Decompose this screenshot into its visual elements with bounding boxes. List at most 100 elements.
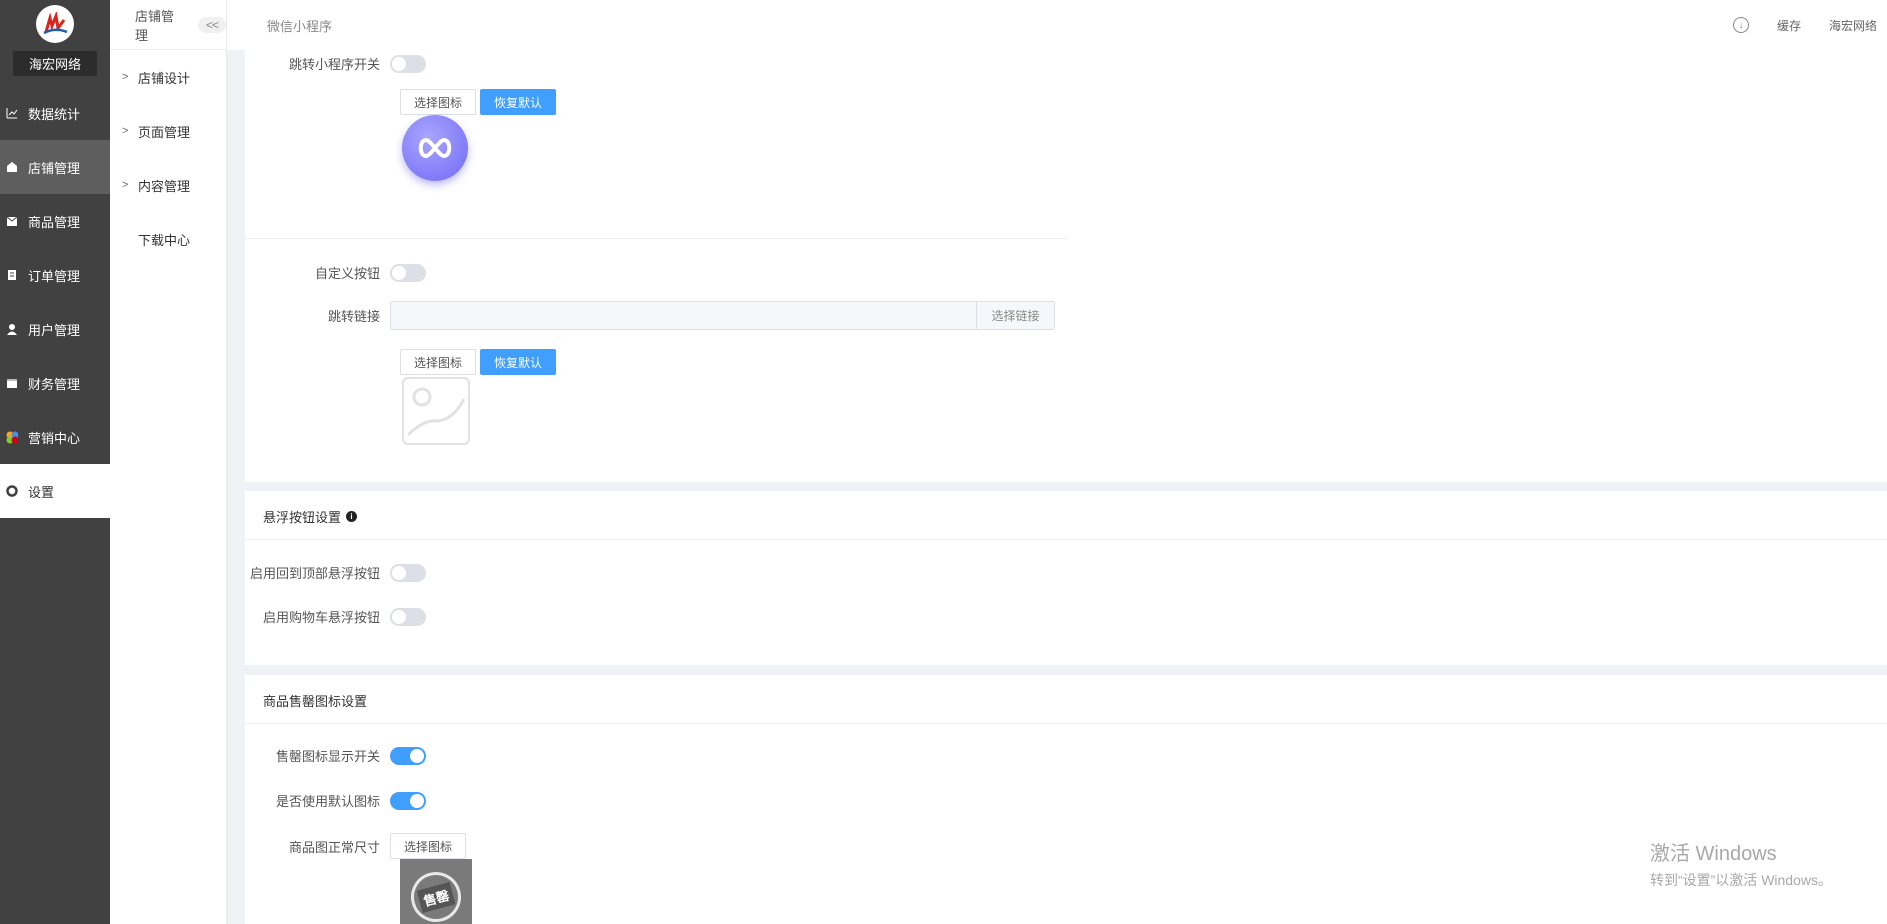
- sidebar-item-label: 营销中心: [28, 430, 81, 446]
- cache-button[interactable]: 缓存: [1777, 17, 1801, 34]
- normal-size-row: 商品图正常尺寸 选择图标: [245, 833, 467, 859]
- custom-button-switch[interactable]: [390, 263, 426, 282]
- select-icon-button[interactable]: 选择图标: [400, 89, 477, 115]
- mini-switch-row: 跳转小程序开关: [245, 54, 426, 73]
- sidebar-item-label: 数据统计: [28, 106, 81, 122]
- sub-item-store-design[interactable]: > 店铺设计: [110, 50, 226, 104]
- field-label: 跳转链接: [327, 309, 380, 324]
- sub-item-label: 内容管理: [138, 178, 191, 194]
- sidebar-item-label: 设置: [28, 484, 55, 500]
- download-icon[interactable]: ↓: [1732, 17, 1749, 33]
- image-placeholder-icon: [402, 377, 470, 445]
- restore-default-button[interactable]: 恢复默认: [480, 89, 557, 115]
- select-icon-button[interactable]: 选择图标: [390, 833, 467, 859]
- restore-default-button[interactable]: 恢复默认: [480, 349, 557, 375]
- sub-item-download-center[interactable]: 下载中心: [110, 212, 226, 266]
- custom-button-row: 自定义按钮: [245, 263, 426, 282]
- field-label: 售罄图标显示开关: [275, 749, 380, 764]
- sub-item-label: 店铺设计: [138, 70, 191, 86]
- windows-activation-watermark: 激活 Windows 转到“设置”以激活 Windows。: [1650, 837, 1832, 890]
- chart-icon: [6, 107, 18, 119]
- jump-link-row: 跳转链接 选择链接: [245, 301, 1055, 330]
- cart-float-switch[interactable]: [390, 607, 426, 626]
- user-icon: [6, 323, 18, 335]
- subbar-title: 店铺管理: [135, 8, 175, 43]
- finance-icon: [6, 377, 18, 389]
- divider: [245, 238, 1067, 239]
- sidebar-item-orders[interactable]: 订单管理: [0, 248, 110, 302]
- sidebar-item-label: 财务管理: [28, 376, 81, 392]
- back-to-top-switch[interactable]: [390, 563, 426, 582]
- soldout-stamp-text: 售罄: [416, 881, 456, 913]
- icon-buttons-row-2: 选择图标 恢复默认: [400, 349, 557, 375]
- float-section-title: 悬浮按钮设置: [263, 510, 342, 525]
- jump-link-group: 选择链接: [390, 301, 1055, 330]
- divider: [245, 539, 1887, 540]
- sidebar-item-label: 商品管理: [28, 214, 81, 230]
- select-link-button[interactable]: 选择链接: [976, 302, 1054, 329]
- divider: [245, 723, 1887, 724]
- order-icon: [6, 269, 18, 281]
- soldout-display-row: 售罄图标显示开关: [245, 746, 426, 765]
- user-menu[interactable]: 海宏网络: [1829, 17, 1877, 34]
- settings-icon: [6, 485, 18, 497]
- watermark-line1: 激活 Windows: [1649, 843, 1777, 865]
- watermark-line2: 转到“设置”以激活 Windows。: [1649, 872, 1832, 888]
- logo-area: 海宏网络: [0, 0, 110, 80]
- field-label: 启用购物车悬浮按钮: [262, 610, 380, 625]
- section-title: 悬浮按钮设置 i: [263, 507, 358, 526]
- goods-icon: [6, 215, 18, 227]
- main-sidebar: 海宏网络 数据统计 店铺管理 商品管理 订单管理 用户管理 财务管理 营销中心 …: [0, 0, 110, 924]
- field-label: 自定义按钮: [314, 266, 380, 281]
- subbar-header: 店铺管理 <<: [110, 0, 226, 50]
- brand-name: 海宏网络: [12, 51, 97, 76]
- store-icon: [6, 161, 18, 173]
- tab-wechat-miniprogram[interactable]: 微信小程序: [267, 16, 332, 35]
- sidebar-item-store[interactable]: 店铺管理: [0, 140, 110, 194]
- info-icon[interactable]: i: [346, 511, 358, 522]
- sidebar-item-label: 订单管理: [28, 268, 81, 284]
- mini-program-icon-preview: [402, 115, 468, 181]
- chevron-right-icon: >: [122, 179, 129, 191]
- sub-item-page-management[interactable]: > 页面管理: [110, 104, 226, 158]
- top-bar: 微信小程序 ↓ 缓存 海宏网络: [227, 0, 1887, 50]
- float-button-settings-card: 悬浮按钮设置 i 启用回到顶部悬浮按钮 启用购物车悬浮按钮: [245, 491, 1887, 665]
- infinity-icon: [418, 137, 452, 159]
- sidebar-item-label: 店铺管理: [28, 160, 81, 176]
- field-label: 启用回到顶部悬浮按钮: [249, 566, 380, 581]
- chevron-right-icon: >: [122, 71, 129, 83]
- soldout-icon-settings-card: 商品售罄图标设置 售罄图标显示开关 是否使用默认图标 商品图正常尺寸 选择图标 …: [245, 675, 1887, 924]
- mini-program-switch[interactable]: [390, 54, 426, 73]
- default-icon-switch[interactable]: [390, 791, 426, 810]
- sub-item-label: 下载中心: [138, 232, 191, 248]
- select-icon-button[interactable]: 选择图标: [400, 349, 477, 375]
- brand-logo: [36, 5, 74, 43]
- field-label: 跳转小程序开关: [288, 57, 380, 72]
- main-content: 跳转小程序开关 选择图标 恢复默认 自定义按钮 跳转链接 选择链接 选择图标 恢…: [245, 50, 1887, 924]
- soldout-section-title: 商品售罄图标设置: [263, 694, 368, 709]
- marketing-icon: [6, 431, 18, 443]
- section-title: 商品售罄图标设置: [263, 691, 367, 710]
- sidebar-item-goods[interactable]: 商品管理: [0, 194, 110, 248]
- soldout-stamp-icon: 售罄: [405, 866, 467, 924]
- collapse-button[interactable]: <<: [197, 16, 226, 33]
- cart-float-row: 启用购物车悬浮按钮: [245, 607, 426, 626]
- default-icon-row: 是否使用默认图标: [245, 791, 426, 810]
- miniprogram-settings-card: 跳转小程序开关 选择图标 恢复默认 自定义按钮 跳转链接 选择链接 选择图标 恢…: [245, 50, 1887, 482]
- field-label: 是否使用默认图标: [275, 794, 380, 809]
- sub-sidebar: 店铺管理 << > 店铺设计 > 页面管理 > 内容管理 下载中心: [110, 0, 227, 924]
- chevron-right-icon: >: [122, 125, 129, 137]
- sidebar-item-finance[interactable]: 财务管理: [0, 356, 110, 410]
- sidebar-item-marketing[interactable]: 营销中心: [0, 410, 110, 464]
- sub-item-content-management[interactable]: > 内容管理: [110, 158, 226, 212]
- sub-item-label: 页面管理: [138, 124, 191, 140]
- soldout-display-switch[interactable]: [390, 746, 426, 765]
- sidebar-item-label: 用户管理: [28, 322, 81, 338]
- sidebar-item-settings[interactable]: 设置: [0, 464, 110, 518]
- icon-buttons-row-1: 选择图标 恢复默认: [400, 89, 557, 115]
- jump-link-input[interactable]: [391, 302, 976, 329]
- sidebar-item-users[interactable]: 用户管理: [0, 302, 110, 356]
- sidebar-item-stats[interactable]: 数据统计: [0, 86, 110, 140]
- field-label: 商品图正常尺寸: [288, 839, 380, 855]
- soldout-stamp-preview: 售罄: [400, 859, 472, 924]
